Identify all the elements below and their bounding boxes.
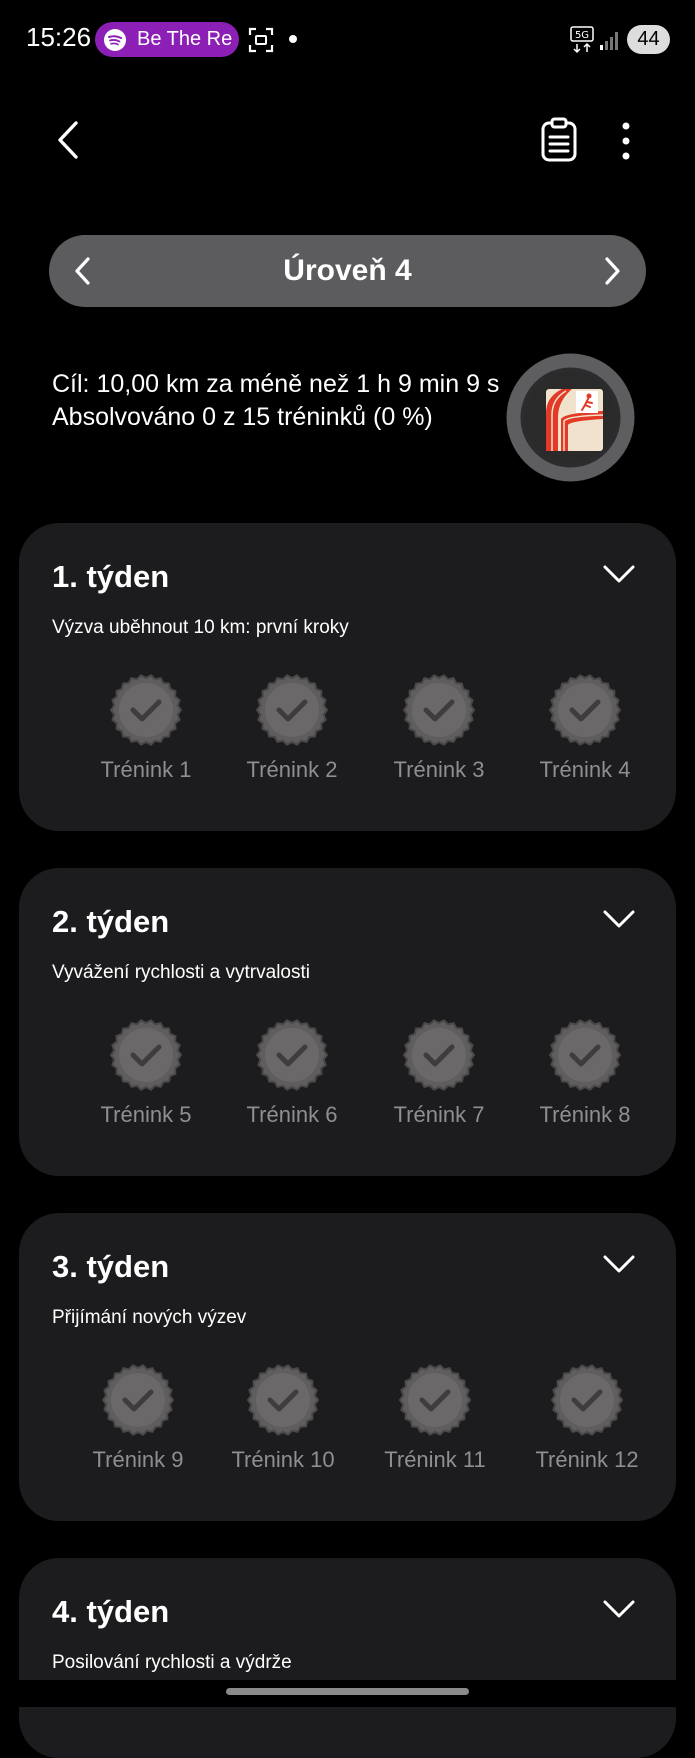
session-label: Trénink 4 — [539, 757, 631, 782]
spotify-track-text: Be The Re — [137, 28, 233, 50]
chevron-down-icon[interactable] — [602, 906, 636, 932]
more-options-button[interactable] — [612, 118, 640, 164]
session-item[interactable]: Trénink 9 — [68, 1363, 208, 1473]
check-seal-icon — [101, 1363, 175, 1437]
session-label: Trénink 3 — [393, 757, 485, 782]
week-card-3[interactable]: 3. týden Přijímání nových výzev Trénink … — [19, 1213, 676, 1521]
level-selector: Úroveň 4 — [49, 235, 646, 307]
week-subtitle: Vyvážení rychlosti a vytrvalosti — [52, 962, 310, 983]
chevron-down-icon[interactable] — [602, 561, 636, 587]
check-seal-icon — [109, 1018, 183, 1092]
session-item[interactable]: Trénink 3 — [369, 673, 509, 783]
back-button[interactable] — [52, 118, 86, 162]
session-item[interactable]: Trénink 4 — [515, 673, 655, 783]
chevron-down-icon[interactable] — [602, 1251, 636, 1277]
check-seal-icon — [548, 1018, 622, 1092]
week-title: 3. týden — [52, 1249, 170, 1284]
check-seal-icon — [398, 1363, 472, 1437]
check-seal-icon — [255, 673, 329, 747]
spotify-notification-chip[interactable]: Be The Re — [95, 22, 239, 57]
notification-dot — [289, 35, 297, 43]
session-item[interactable]: Trénink 2 — [222, 673, 362, 783]
session-item[interactable]: Trénink 6 — [222, 1018, 362, 1128]
week-subtitle: Výzva uběhnout 10 km: první kroky — [52, 617, 349, 638]
status-bar: 15:26 Be The Re 5G 44 — [0, 0, 695, 80]
session-label: Trénink 6 — [246, 1102, 338, 1127]
week-card-4[interactable]: 4. týden Posilování rychlosti a výdrže — [19, 1558, 676, 1758]
week-card-1[interactable]: 1. týden Výzva uběhnout 10 km: první kro… — [19, 523, 676, 831]
home-indicator[interactable] — [226, 1688, 469, 1695]
session-list: Trénink 5 Trénink 6 Trénink 7 Trénink 8 — [19, 1018, 676, 1128]
week-title: 4. týden — [52, 1594, 170, 1629]
clipboard-button[interactable] — [540, 117, 578, 163]
check-seal-icon — [109, 673, 183, 747]
spotify-icon — [104, 28, 126, 51]
session-list: Trénink 1 Trénink 2 Trénink 3 Trénink 4 — [19, 673, 676, 783]
battery-indicator: 44 — [627, 25, 670, 54]
week-subtitle: Posilování rychlosti a výdrže — [52, 1652, 292, 1673]
check-seal-icon — [255, 1018, 329, 1092]
signal-strength-icon — [600, 32, 618, 50]
running-track-badge-icon — [506, 353, 635, 482]
check-seal-icon — [246, 1363, 320, 1437]
week-subtitle: Přijímání nových výzev — [52, 1307, 247, 1328]
network-5g-icon: 5G — [570, 26, 594, 54]
network-label: 5G — [575, 30, 589, 41]
session-item[interactable]: Trénink 1 — [76, 673, 216, 783]
previous-level-button[interactable] — [71, 255, 95, 287]
goal-summary: Cíl: 10,00 km za méně než 1 h 9 min 9 s … — [52, 368, 502, 434]
session-label: Trénink 10 — [231, 1447, 335, 1472]
session-label: Trénink 11 — [384, 1447, 486, 1472]
check-seal-icon — [548, 673, 622, 747]
level-title: Úroveň 4 — [283, 254, 412, 287]
check-seal-icon — [550, 1363, 624, 1437]
goal-text: Cíl: 10,00 km za méně než 1 h 9 min 9 s — [52, 370, 500, 398]
session-label: Trénink 9 — [92, 1447, 184, 1472]
session-label: Trénink 2 — [246, 757, 338, 782]
week-title: 2. týden — [52, 904, 170, 939]
check-seal-icon — [402, 1018, 476, 1092]
session-list: Trénink 9 Trénink 10 Trénink 11 Trénink … — [19, 1363, 676, 1473]
session-label: Trénink 5 — [100, 1102, 192, 1127]
session-item[interactable]: Trénink 11 — [365, 1363, 505, 1473]
week-title: 1. týden — [52, 559, 170, 594]
session-label: Trénink 12 — [535, 1447, 639, 1472]
screen-capture-icon — [248, 27, 274, 53]
chevron-down-icon[interactable] — [602, 1596, 636, 1622]
status-time: 15:26 — [26, 22, 92, 52]
session-label: Trénink 8 — [539, 1102, 631, 1127]
session-item[interactable]: Trénink 5 — [76, 1018, 216, 1128]
goal-progress: Absolvováno 0 z 15 tréninků (0 %) — [52, 403, 433, 431]
check-seal-icon — [402, 673, 476, 747]
session-label: Trénink 1 — [100, 757, 192, 782]
week-card-2[interactable]: 2. týden Vyvážení rychlosti a vytrvalost… — [19, 868, 676, 1176]
session-item[interactable]: Trénink 10 — [213, 1363, 353, 1473]
session-label: Trénink 7 — [393, 1102, 485, 1127]
session-item[interactable]: Trénink 12 — [517, 1363, 657, 1473]
session-item[interactable]: Trénink 8 — [515, 1018, 655, 1128]
next-level-button[interactable] — [600, 255, 624, 287]
session-item[interactable]: Trénink 7 — [369, 1018, 509, 1128]
